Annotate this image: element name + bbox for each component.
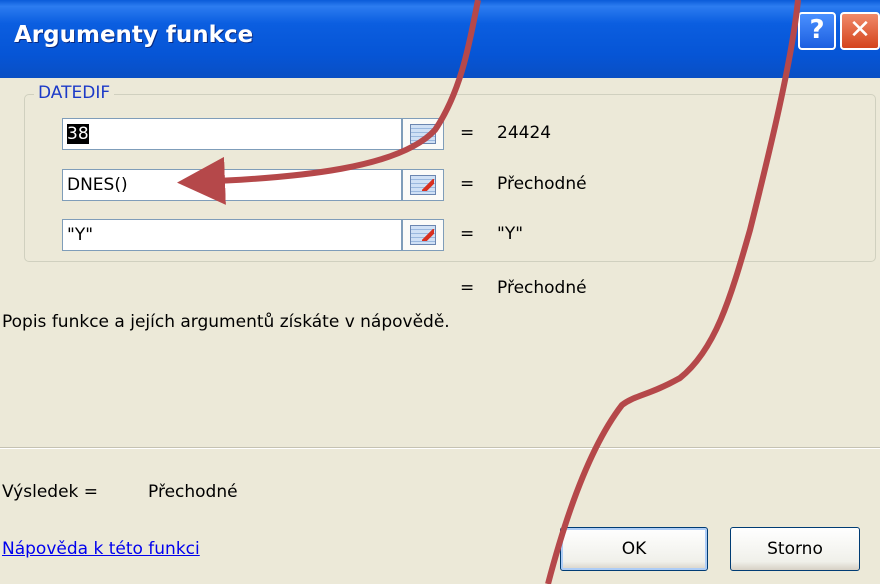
collapse-dialog-button-2[interactable] — [402, 169, 444, 201]
argument-value-1: 38 — [67, 124, 89, 144]
ok-button[interactable]: OK — [560, 527, 708, 571]
range-select-icon — [410, 124, 436, 144]
function-name-label: DATEDIF — [34, 83, 115, 103]
argument-result-3: "Y" — [497, 224, 524, 244]
collapse-dialog-button-1[interactable] — [402, 118, 444, 150]
title-bar: Argumenty funkce ? ✕ — [0, 0, 880, 78]
cancel-button[interactable]: Storno — [730, 527, 860, 571]
result-label: Výsledek = — [2, 482, 99, 502]
equals-sign: = — [460, 123, 475, 143]
equals-sign: = — [460, 278, 475, 298]
range-select-icon — [410, 225, 436, 245]
dialog-title: Argumenty funkce — [14, 22, 254, 48]
separator — [0, 447, 880, 449]
result-value: Přechodné — [148, 482, 238, 502]
equals-sign: = — [460, 224, 475, 244]
argument-field-1[interactable]: 38 — [62, 118, 402, 150]
argument-result-1: 24424 — [497, 123, 552, 143]
equals-sign: = — [460, 174, 475, 194]
argument-field-2[interactable]: DNES() — [62, 169, 402, 201]
argument-field-3[interactable]: "Y" — [62, 219, 402, 251]
close-button[interactable]: ✕ — [840, 12, 880, 50]
help-button[interactable]: ? — [798, 12, 836, 50]
annotation-overlay — [177, 0, 801, 584]
range-select-icon — [410, 175, 436, 195]
function-description: Popis funkce a jejích argumentů získáte … — [2, 312, 450, 332]
argument-result-2: Přechodné — [497, 174, 587, 194]
help-on-function-link[interactable]: Nápověda k této funkci — [2, 539, 200, 559]
formula-result: Přechodné — [497, 278, 587, 298]
collapse-dialog-button-3[interactable] — [402, 219, 444, 251]
